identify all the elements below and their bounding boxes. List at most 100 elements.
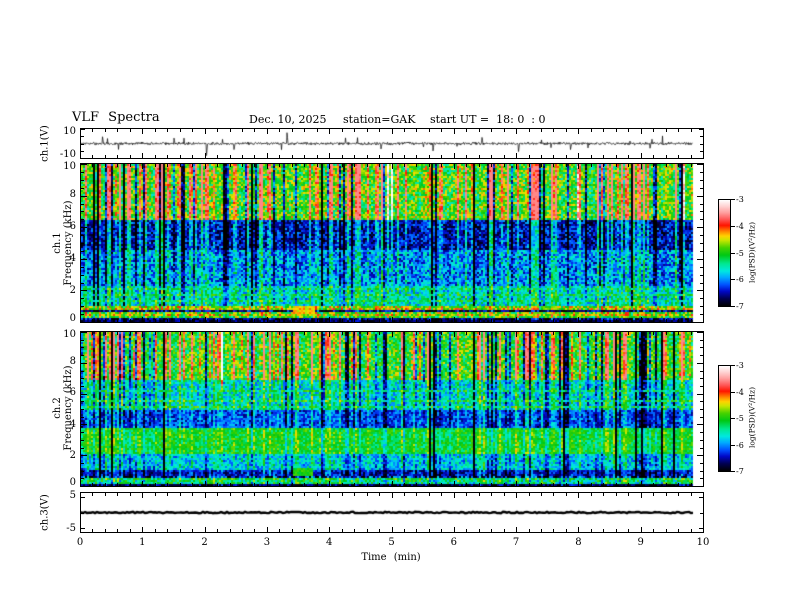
axis-tick xyxy=(81,394,87,395)
axis-tick xyxy=(516,129,517,134)
x-tick-label: 9 xyxy=(637,537,644,548)
axis-tick xyxy=(81,471,84,472)
axis-tick xyxy=(92,493,93,496)
colorbar-tick xyxy=(731,391,735,393)
axis-tick xyxy=(354,332,355,335)
axis-tick xyxy=(700,188,703,189)
axis-tick xyxy=(697,486,703,487)
axis-tick xyxy=(703,317,704,322)
axis-tick xyxy=(691,529,692,532)
x-tick-label: 0 xyxy=(76,537,84,548)
axis-tick xyxy=(628,493,629,496)
axis-tick xyxy=(254,155,255,158)
axis-tick xyxy=(230,332,231,335)
axis-tick xyxy=(616,155,617,158)
axis-tick xyxy=(117,164,118,167)
axis-tick xyxy=(703,493,704,498)
axis-tick xyxy=(180,332,181,335)
axis-tick xyxy=(279,129,280,132)
axis-tick xyxy=(342,319,343,322)
axis-tick xyxy=(205,493,206,498)
axis-tick xyxy=(217,483,218,486)
axis-tick xyxy=(491,164,492,167)
axis-tick xyxy=(653,493,654,496)
axis-tick xyxy=(81,322,87,323)
axis-tick xyxy=(379,129,380,132)
ch2-spectrogram-panel xyxy=(80,331,704,487)
axis-tick xyxy=(329,129,330,134)
axis-tick xyxy=(566,332,567,335)
axis-tick xyxy=(180,483,181,486)
axis-tick xyxy=(416,529,417,532)
axis-tick xyxy=(504,529,505,532)
axis-tick xyxy=(700,513,703,514)
axis-tick xyxy=(354,493,355,496)
axis-tick xyxy=(117,332,118,335)
axis-tick xyxy=(292,319,293,322)
axis-tick xyxy=(404,319,405,322)
axis-tick xyxy=(192,319,193,322)
axis-tick xyxy=(541,319,542,322)
axis-tick xyxy=(678,155,679,158)
axis-tick xyxy=(105,319,106,322)
axis-tick xyxy=(230,129,231,132)
axis-tick xyxy=(578,493,579,498)
axis-tick xyxy=(81,440,84,441)
axis-tick xyxy=(242,483,243,486)
axis-tick xyxy=(267,317,268,322)
axis-tick xyxy=(342,483,343,486)
axis-tick xyxy=(700,275,703,276)
axis-tick xyxy=(641,332,642,337)
y-tick-label: 0 xyxy=(69,477,76,488)
axis-tick xyxy=(279,493,280,496)
axis-tick xyxy=(479,332,480,335)
axis-tick xyxy=(130,493,131,496)
axis-tick xyxy=(81,513,84,514)
colorbar-tick-label: -7 xyxy=(736,302,744,311)
axis-tick xyxy=(578,527,579,532)
axis-tick xyxy=(653,332,654,335)
axis-tick xyxy=(429,164,430,167)
axis-tick xyxy=(404,332,405,335)
axis-tick xyxy=(155,129,156,132)
axis-tick xyxy=(699,158,703,159)
axis-tick xyxy=(117,493,118,496)
axis-tick xyxy=(691,493,692,496)
axis-tick xyxy=(81,417,84,418)
axis-tick xyxy=(700,371,703,372)
axis-tick xyxy=(404,164,405,167)
colorbar-tick-label: -4 xyxy=(736,221,744,231)
axis-tick xyxy=(379,529,380,532)
axis-tick xyxy=(578,332,579,337)
axis-tick xyxy=(699,497,703,498)
axis-tick xyxy=(329,481,330,486)
axis-tick xyxy=(230,319,231,322)
axis-tick xyxy=(454,317,455,322)
axis-tick xyxy=(304,493,305,496)
axis-tick xyxy=(479,319,480,322)
axis-tick xyxy=(628,332,629,335)
axis-tick xyxy=(700,172,703,173)
axis-tick xyxy=(142,493,143,498)
axis-tick xyxy=(466,164,467,167)
axis-tick xyxy=(155,332,156,335)
axis-tick xyxy=(553,332,554,335)
axis-tick xyxy=(700,432,703,433)
axis-tick xyxy=(329,153,330,158)
axis-tick xyxy=(703,527,704,532)
axis-tick xyxy=(81,164,87,165)
axis-tick xyxy=(142,317,143,322)
axis-tick xyxy=(81,243,84,244)
vlf-spectra-figure: VLF Spectra Dec. 10, 2025 station=GAK st… xyxy=(0,0,792,612)
axis-tick xyxy=(641,481,642,486)
axis-tick xyxy=(230,164,231,167)
y-tick-label: 4 xyxy=(69,418,76,430)
axis-tick xyxy=(691,129,692,132)
axis-tick xyxy=(92,483,93,486)
axis-tick xyxy=(591,529,592,532)
axis-tick xyxy=(479,164,480,167)
axis-tick xyxy=(81,283,84,284)
axis-tick xyxy=(697,322,703,323)
axis-tick xyxy=(491,155,492,158)
axis-tick xyxy=(700,471,703,472)
